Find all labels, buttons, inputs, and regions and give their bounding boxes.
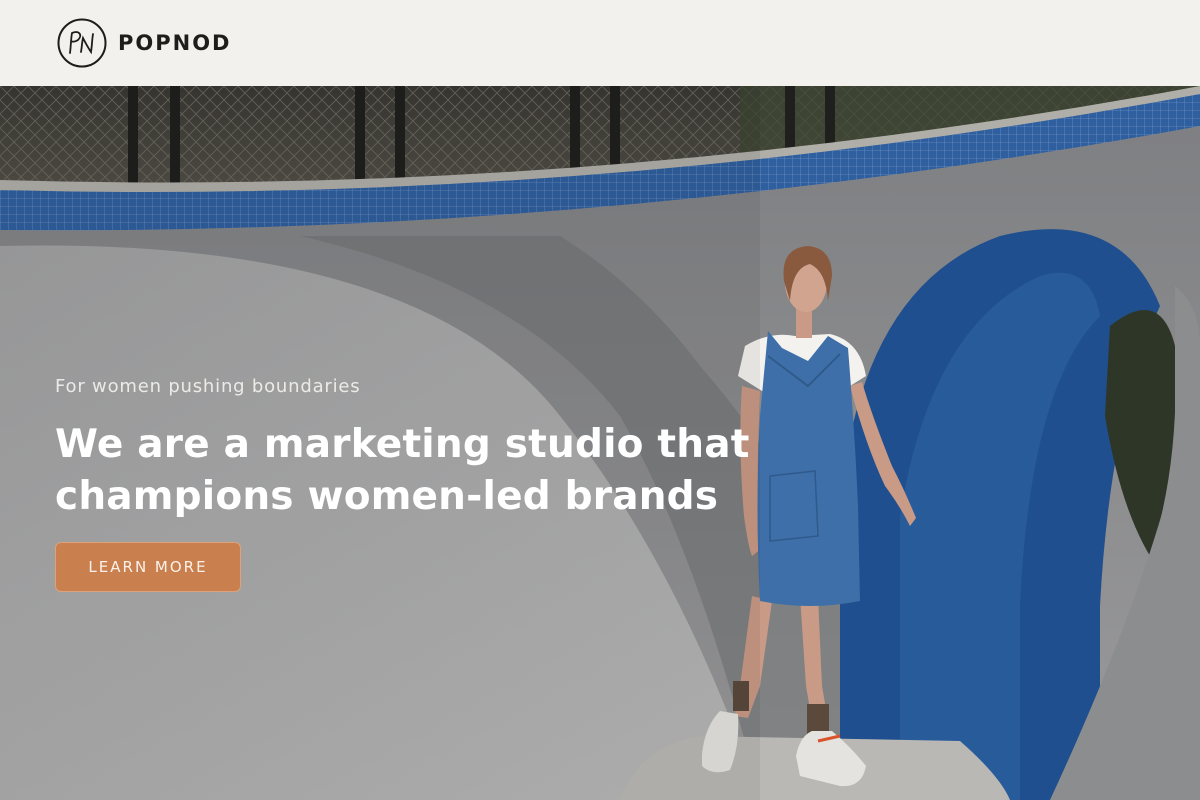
hero-headline: We are a marketing studio that champions… xyxy=(55,419,755,523)
hero-headline-line-1: We are a marketing studio that xyxy=(55,422,750,467)
learn-more-button[interactable]: LEARN MORE xyxy=(55,542,241,592)
hero-eyebrow: For women pushing boundaries xyxy=(55,376,361,397)
hero-section: For women pushing boundaries We are a ma… xyxy=(0,86,1200,800)
hero-text-block: For women pushing boundaries We are a ma… xyxy=(55,375,755,523)
brand-name: POPNOD xyxy=(118,31,232,55)
pn-monogram-icon xyxy=(57,18,107,68)
hero-headline-line-2: champions women-led brands xyxy=(55,474,719,519)
site-header: POPNOD xyxy=(0,0,1200,86)
brand-logo-link[interactable]: POPNOD xyxy=(57,18,232,68)
